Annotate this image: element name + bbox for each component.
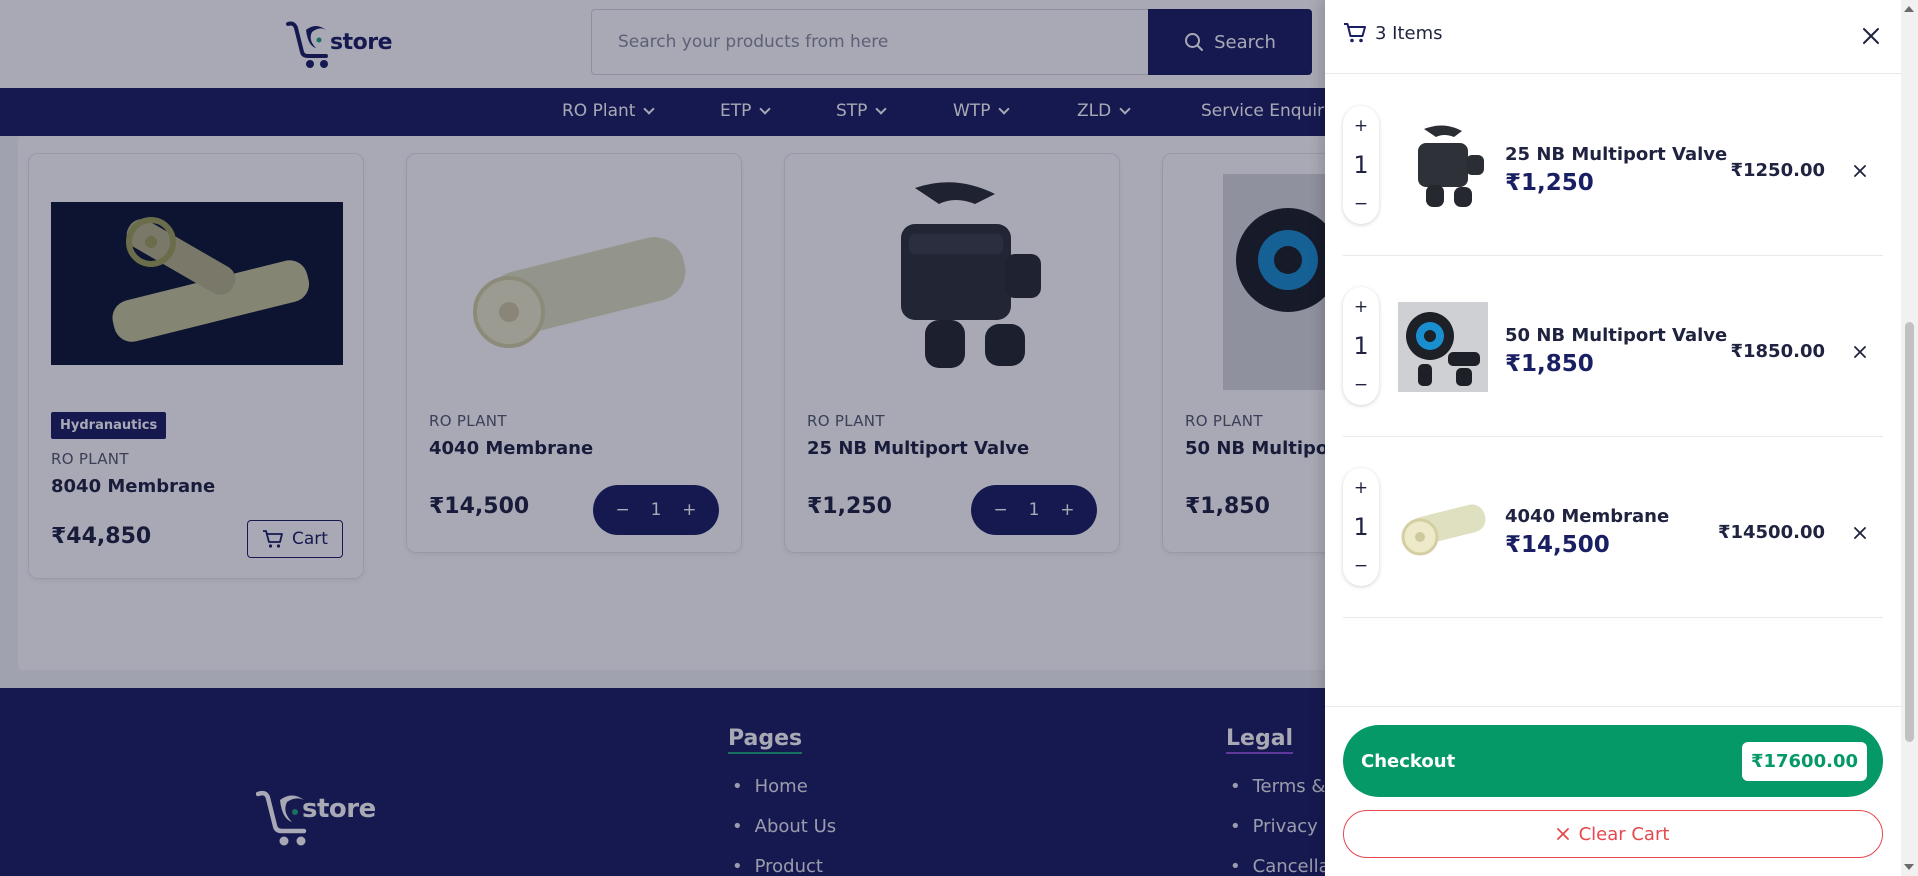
cart-drawer-footer: Checkout ₹17600.00 Clear Cart — [1325, 706, 1901, 876]
cart-item-name: 25 NB Multiport Valve — [1505, 144, 1728, 165]
checkout-label: Checkout — [1361, 750, 1456, 772]
close-icon — [1854, 165, 1866, 177]
close-icon — [1556, 828, 1569, 840]
cart-count: 3 Items — [1343, 22, 1443, 44]
cart-item-name: 50 NB Multiport Valve — [1505, 325, 1728, 346]
cart-drawer-header: 3 Items — [1325, 0, 1901, 74]
decrement-button[interactable]: − — [1354, 194, 1368, 214]
quantity-value: 1 — [1353, 151, 1369, 179]
decrement-button[interactable]: − — [1354, 375, 1368, 395]
close-icon — [1854, 527, 1866, 539]
cart-item-unit-price: ₹1,850 — [1505, 351, 1594, 377]
close-cart-button[interactable] — [1857, 22, 1885, 50]
quantity-value: 1 — [1353, 513, 1369, 541]
quantity-stepper: + 1 − — [1343, 287, 1379, 405]
cart-item-total: ₹1850.00 — [1730, 341, 1825, 362]
checkout-button[interactable]: Checkout ₹17600.00 — [1343, 725, 1883, 797]
scroll-thumb[interactable] — [1905, 322, 1914, 742]
quantity-stepper: + 1 − — [1343, 468, 1379, 586]
remove-item-button[interactable] — [1851, 343, 1869, 361]
cart-drawer: 3 Items + 1 − 25 NB Multiport Valve ₹1,2… — [1325, 0, 1901, 876]
cart-item-total: ₹14500.00 — [1717, 522, 1825, 543]
decrement-button[interactable]: − — [1354, 556, 1368, 576]
cart-item-image — [1398, 121, 1488, 211]
scrollbar[interactable] — [1901, 0, 1918, 876]
cart-item: + 1 − 25 NB Multiport Valve ₹1,250 ₹1250… — [1343, 74, 1883, 256]
scroll-up-arrow-icon[interactable] — [1904, 6, 1914, 12]
clear-cart-label: Clear Cart — [1578, 823, 1670, 845]
cart-item: + 1 − 4040 Membrane ₹14,500 ₹14500.00 — [1343, 436, 1883, 618]
scroll-down-arrow-icon[interactable] — [1904, 864, 1914, 870]
cart-item-name: 4040 Membrane — [1505, 506, 1670, 527]
increment-button[interactable]: + — [1354, 116, 1368, 136]
cart-item-unit-price: ₹14,500 — [1505, 532, 1610, 558]
cart-item: + 1 − 50 NB Multiport Valve ₹1,850 ₹1850… — [1343, 255, 1883, 437]
cart-item-unit-price: ₹1,250 — [1505, 170, 1594, 196]
close-icon — [1863, 28, 1879, 44]
cart-count-label: 3 Items — [1375, 22, 1443, 44]
cart-icon — [1344, 23, 1366, 43]
remove-item-button[interactable] — [1851, 524, 1869, 542]
remove-item-button[interactable] — [1851, 162, 1869, 180]
cart-item-image — [1398, 302, 1488, 392]
quantity-value: 1 — [1353, 332, 1369, 360]
increment-button[interactable]: + — [1354, 478, 1368, 498]
clear-cart-button[interactable]: Clear Cart — [1343, 810, 1883, 858]
increment-button[interactable]: + — [1354, 297, 1368, 317]
checkout-total: ₹17600.00 — [1741, 741, 1867, 781]
quantity-stepper: + 1 − — [1343, 106, 1379, 224]
close-icon — [1854, 346, 1866, 358]
cart-item-total: ₹1250.00 — [1730, 160, 1825, 181]
cart-item-image — [1398, 483, 1488, 573]
